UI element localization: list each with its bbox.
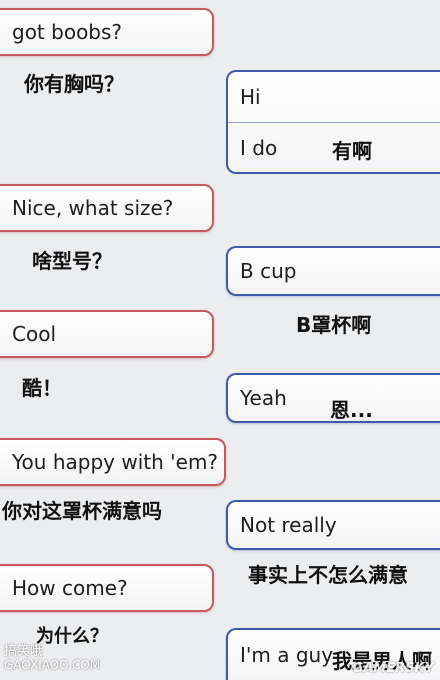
message-row: Hi bbox=[228, 72, 440, 122]
message-text: I do bbox=[240, 136, 278, 160]
translation-caption: 为什么？ bbox=[36, 626, 108, 647]
message-bubble-me: B cup bbox=[226, 246, 440, 296]
message-bubble-them: How come? bbox=[0, 564, 214, 612]
message-bubble-me: Not really bbox=[226, 500, 440, 550]
message-text: I'm a guy bbox=[240, 643, 334, 667]
translation-caption: 有啊 bbox=[332, 139, 372, 163]
translation-caption: 事实上不怎么满意 bbox=[248, 563, 408, 587]
translation-caption: 恩... bbox=[330, 398, 373, 422]
message-bubble-them: Nice, what size? bbox=[0, 184, 214, 232]
message-text: Not really bbox=[240, 513, 337, 537]
message-text: How come? bbox=[12, 576, 128, 600]
translation-caption: 酷！ bbox=[22, 376, 62, 400]
message-text: Nice, what size? bbox=[12, 196, 174, 220]
watermark-site-cn: 搞笑哦 bbox=[4, 644, 44, 659]
message-text: Hi bbox=[240, 85, 261, 109]
watermark-logo: GAMERSKY bbox=[352, 661, 434, 676]
message-bubble-them: got boobs? bbox=[0, 8, 214, 56]
message-text: B cup bbox=[240, 259, 297, 283]
translation-caption: 啥型号？ bbox=[32, 249, 112, 273]
chat-screenshot: got boobs? 你有胸吗？ Hi I do 有啊 Nice, what s… bbox=[0, 0, 440, 680]
translation-caption: B罩杯啊 bbox=[296, 313, 372, 337]
message-text: got boobs? bbox=[12, 20, 123, 44]
translation-caption: 你有胸吗？ bbox=[24, 72, 124, 96]
message-text: Cool bbox=[12, 322, 56, 346]
message-bubble-them: You happy with 'em? bbox=[0, 438, 226, 486]
message-text: You happy with 'em? bbox=[12, 450, 219, 474]
watermark-site-url: GAOXIAOO.COM bbox=[4, 658, 101, 672]
translation-caption: 你对这罩杯满意吗 bbox=[2, 499, 162, 523]
message-bubble-them: Cool bbox=[0, 310, 214, 358]
message-text: Yeah bbox=[240, 386, 287, 410]
